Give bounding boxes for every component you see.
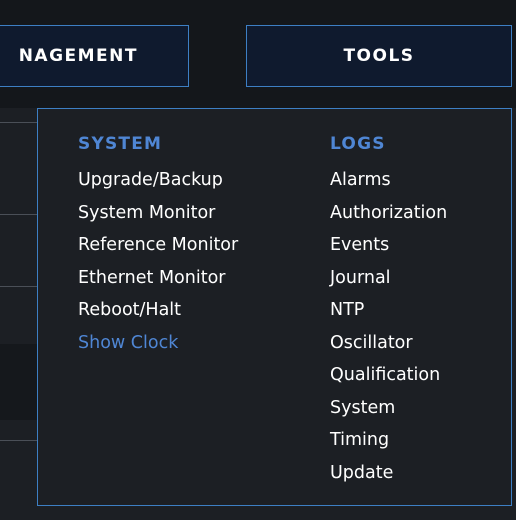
menu-item-authorization[interactable]: Authorization: [330, 197, 447, 230]
menu-item-ethernet-monitor[interactable]: Ethernet Monitor: [78, 262, 238, 295]
tools-dropdown-menu: SYSTEM Upgrade/Backup System Monitor Ref…: [37, 108, 512, 506]
menu-item-show-clock[interactable]: Show Clock: [78, 327, 238, 360]
background-row-divider: [0, 440, 38, 441]
background-row-block: [0, 344, 38, 420]
menu-item-timing[interactable]: Timing: [330, 424, 447, 457]
menu-item-events[interactable]: Events: [330, 229, 447, 262]
nav-management-button[interactable]: NAGEMENT: [0, 25, 189, 87]
menu-item-reboot-halt[interactable]: Reboot/Halt: [78, 294, 238, 327]
page: NAGEMENT TOOLS SYSTEM Upgrade/Backup Sys…: [0, 0, 516, 520]
logs-menu-column: LOGS Alarms Authorization Events Journal…: [330, 134, 447, 490]
menu-item-journal[interactable]: Journal: [330, 262, 447, 295]
menu-item-qualification[interactable]: Qualification: [330, 359, 447, 392]
logs-heading: LOGS: [330, 134, 386, 154]
nav-management-label: NAGEMENT: [18, 46, 138, 66]
system-heading: SYSTEM: [78, 134, 163, 154]
menu-item-alarms[interactable]: Alarms: [330, 164, 447, 197]
menu-item-update[interactable]: Update: [330, 457, 447, 490]
menu-item-system-log[interactable]: System: [330, 392, 447, 425]
nav-tools-button[interactable]: TOOLS: [246, 25, 512, 87]
nav-tools-label: TOOLS: [343, 46, 415, 66]
background-row-divider: [0, 286, 38, 287]
system-menu-column: SYSTEM Upgrade/Backup System Monitor Ref…: [78, 134, 238, 360]
menu-item-system-monitor[interactable]: System Monitor: [78, 197, 238, 230]
background-row-divider: [0, 122, 38, 123]
top-nav-bar: NAGEMENT TOOLS: [0, 0, 516, 108]
menu-item-reference-monitor[interactable]: Reference Monitor: [78, 229, 238, 262]
menu-item-oscillator[interactable]: Oscillator: [330, 327, 447, 360]
menu-item-ntp[interactable]: NTP: [330, 294, 447, 327]
menu-item-upgrade-backup[interactable]: Upgrade/Backup: [78, 164, 238, 197]
background-row-divider: [0, 214, 38, 215]
